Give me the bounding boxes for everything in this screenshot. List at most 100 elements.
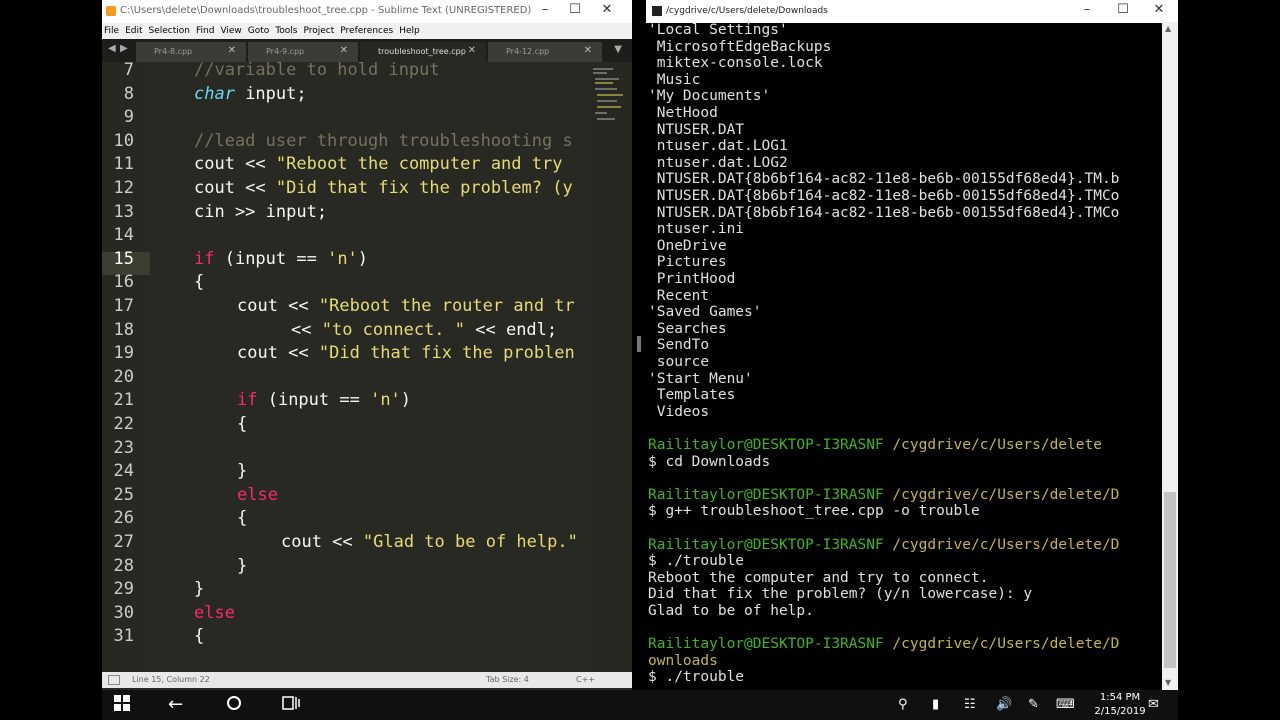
listing-line: 'Start Menu' <box>648 370 753 387</box>
code-line-29: } <box>194 578 204 602</box>
terminal-output[interactable]: 'Local Settings' MicrosoftEdgeBackups mi… <box>648 22 1160 690</box>
tab-label: Pr4-12.cpp <box>506 47 550 56</box>
tab-close-icon[interactable]: ✕ <box>340 45 348 56</box>
prompt-path: /cygdrive/c/Users/delete/D <box>883 486 1120 503</box>
line-number: 23 <box>113 437 134 458</box>
maximize-icon[interactable]: ☐ <box>1108 2 1138 17</box>
sublime-title-bar[interactable]: C:\Users\delete\Downloads\troubleshoot_t… <box>102 0 632 23</box>
minimap-line <box>597 100 617 102</box>
prompt-line: Railitaylor@DESKTOP-I3RASNF /cygdrive/c/… <box>648 487 1119 504</box>
code-text: } <box>194 579 205 600</box>
line-number: 13 <box>113 201 134 222</box>
minimap[interactable] <box>590 62 632 672</box>
task-view-icon[interactable] <box>282 695 300 716</box>
comment: //variable to hold input <box>194 62 440 80</box>
prompt-user: Railitaylor@DESKTOP-I3RASNF <box>648 536 884 553</box>
listing-line: Music <box>648 71 701 88</box>
menu-project[interactable]: Project <box>303 23 334 39</box>
tab-close-icon[interactable]: ✕ <box>228 45 236 56</box>
clock-time[interactable]: 1:54 PM <box>1090 692 1150 703</box>
tab-pr4-12[interactable]: Pr4-12.cpp ✕ <box>488 42 602 62</box>
network-icon[interactable]: ☷ <box>964 697 976 712</box>
clock-date[interactable]: 2/15/2019 <box>1090 706 1150 717</box>
tab-prev-icon[interactable]: ◀ <box>108 43 116 54</box>
line-number: 7 <box>123 60 134 80</box>
panel-toggle-icon[interactable] <box>108 675 120 685</box>
battery-icon[interactable]: ▮ <box>932 697 939 712</box>
minimize-icon[interactable]: – <box>530 2 560 17</box>
prompt-path: /cygdrive/c/Users/delete <box>883 437 1102 453</box>
listing-line: MicrosoftEdgeBackups <box>648 38 832 55</box>
scroll-down-icon[interactable]: ▼ <box>1165 678 1171 687</box>
tab-next-icon[interactable]: ▶ <box>120 43 128 54</box>
close-icon[interactable]: ✕ <box>1144 2 1174 17</box>
menu-help[interactable]: Help <box>399 23 420 39</box>
minimap-line <box>595 88 617 90</box>
code-line-11: cout << "Reboot the computer and try <box>194 153 562 177</box>
maximize-icon[interactable]: ☐ <box>560 2 590 17</box>
menu-tools[interactable]: Tools <box>275 23 297 39</box>
cortana-circle-icon[interactable] <box>226 695 242 716</box>
minimap-line <box>595 78 619 80</box>
line-number-gutter: 7 8 9 10 11 12 13 14 15 16 17 18 19 20 2… <box>102 60 150 672</box>
code-line-31: { <box>194 625 204 649</box>
code-text: cin >> input; <box>194 201 328 222</box>
line-number: 31 <box>113 626 134 647</box>
menu-goto[interactable]: Goto <box>248 23 270 39</box>
tab-close-icon[interactable]: ✕ <box>584 45 592 56</box>
sublime-window: C:\Users\delete\Downloads\troubleshoot_t… <box>102 0 632 690</box>
tab-close-icon[interactable]: ✕ <box>468 45 476 56</box>
menu-preferences[interactable]: Preferences <box>340 23 393 39</box>
code-line-22: { <box>237 413 247 437</box>
keyword: if <box>237 390 258 411</box>
command-line: $ ./trouble <box>648 669 745 686</box>
terminal-scrollbar[interactable]: ▲ ▼ <box>1162 22 1178 690</box>
listing-line: NTUSER.DAT{8b6bf164-ac82-11e8-be6b-00155… <box>648 204 1120 221</box>
listing-line: Videos <box>648 403 710 420</box>
minimap-line <box>593 72 607 74</box>
line-number: 27 <box>113 532 134 552</box>
syntax-mode[interactable]: C++ <box>576 675 595 684</box>
windows-start-icon[interactable] <box>114 695 130 716</box>
tab-label: Pr4-9.cpp <box>266 47 305 56</box>
tab-troubleshoot-tree[interactable]: troubleshoot_tree.cpp ✕ <box>360 42 486 62</box>
resize-grip[interactable] <box>637 336 641 352</box>
code-line-24: } <box>237 460 247 484</box>
line-number: 18 <box>113 319 134 340</box>
notifications-icon[interactable]: ✉ <box>1148 697 1159 712</box>
close-icon[interactable]: ✕ <box>592 2 622 17</box>
program-output: Did that fix the problem? (y/n lowercase… <box>648 586 1033 603</box>
menu-edit[interactable]: Edit <box>125 23 142 39</box>
volume-icon[interactable]: 🔊 <box>996 697 1012 712</box>
string-literal: "Glad to be of help." <box>362 532 578 552</box>
listing-line: NTUSER.DAT{8b6bf164-ac82-11e8-be6b-00155… <box>648 188 1120 204</box>
tab-size[interactable]: Tab Size: 4 <box>486 675 529 684</box>
string-literal: 'n' <box>370 390 401 411</box>
listing-line: Templates <box>648 387 736 404</box>
scroll-up-icon[interactable]: ▲ <box>1165 24 1171 33</box>
menu-view[interactable]: View <box>220 23 241 39</box>
menu-find[interactable]: Find <box>196 23 214 39</box>
line-number: 19 <box>113 343 134 364</box>
back-arrow-icon[interactable]: ← <box>168 694 183 715</box>
listing-line: ntuser.dat.LOG2 <box>648 154 788 171</box>
menu-selection[interactable]: Selection <box>149 23 190 39</box>
terminal-title-bar[interactable]: /cygdrive/c/Users/delete/Downloads – ☐ ✕ <box>646 0 1178 23</box>
tab-pr4-8[interactable]: Pr4-8.cpp ✕ <box>136 42 246 62</box>
code-editor[interactable]: //variable to hold input char input; //l… <box>150 62 590 672</box>
code-line-30: else <box>194 602 235 626</box>
menu-file[interactable]: File <box>104 23 119 39</box>
string-literal: "Did that fix the problen <box>318 343 575 364</box>
minimize-icon[interactable]: – <box>1072 2 1102 17</box>
scrollbar-thumb[interactable] <box>1164 492 1176 668</box>
tab-menu-icon[interactable]: ▼ <box>614 44 622 55</box>
code-text: cout << <box>237 343 319 364</box>
pen-icon[interactable]: ✎ <box>1028 697 1039 712</box>
line-number: 15 <box>113 248 134 269</box>
keyboard-icon[interactable]: ⌨ <box>1056 697 1075 712</box>
string-literal: "Did that fix the problem? (y <box>275 178 573 198</box>
tab-pr4-9[interactable]: Pr4-9.cpp ✕ <box>248 42 358 62</box>
program-output: Glad to be of help. <box>648 603 814 619</box>
prompt-path: ownloads <box>648 652 718 669</box>
people-icon[interactable]: ⚲ <box>898 697 908 712</box>
